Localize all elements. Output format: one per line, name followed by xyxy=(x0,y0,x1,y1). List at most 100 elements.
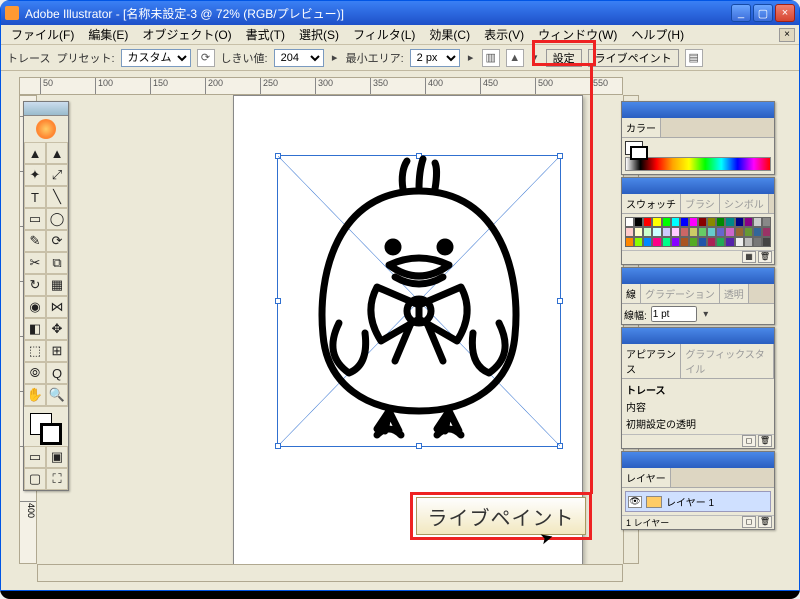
menu-help[interactable]: ヘルプ(H) xyxy=(625,24,690,45)
swatch-cell[interactable] xyxy=(652,227,661,237)
stepper-icon[interactable]: ▸ xyxy=(330,51,340,64)
tool-15[interactable]: ⋈ xyxy=(46,296,68,318)
tool-18[interactable]: ⬚ xyxy=(24,340,46,362)
panel-grip[interactable] xyxy=(622,268,774,284)
swatch-cell[interactable] xyxy=(634,237,643,247)
new-button[interactable]: ◻ xyxy=(742,435,756,447)
scrollbar-horizontal[interactable] xyxy=(37,564,623,582)
appearance-item[interactable]: 内容 xyxy=(624,398,772,415)
minarea-select[interactable]: 2 px xyxy=(410,49,460,67)
tool-21[interactable]: Q xyxy=(46,362,68,384)
swatch-cell[interactable] xyxy=(689,217,698,227)
appearance-item[interactable]: 初期設定の透明 xyxy=(624,415,772,432)
swatch-cell[interactable] xyxy=(762,227,771,237)
tool-8[interactable]: ✎ xyxy=(24,230,46,252)
layer-name[interactable]: レイヤー 1 xyxy=(666,494,714,509)
trace-settings-button[interactable]: 設定 xyxy=(546,49,582,67)
delete-layer-button[interactable]: 🗑 xyxy=(758,516,772,528)
swatch-cell[interactable] xyxy=(689,227,698,237)
tab-color[interactable]: カラー xyxy=(622,118,661,137)
tab-transparency[interactable]: 透明 xyxy=(720,284,749,303)
menu-object[interactable]: オブジェクト(O) xyxy=(136,24,237,45)
livepaint-big-button[interactable]: ライブペイント xyxy=(416,497,586,535)
menu-file[interactable]: ファイル(F) xyxy=(5,24,80,45)
canvas[interactable] xyxy=(37,95,623,564)
tool-2[interactable]: ✦ xyxy=(24,164,46,186)
swatch-cell[interactable] xyxy=(744,227,753,237)
tool-22[interactable]: ✋ xyxy=(24,384,46,406)
panel-grip[interactable] xyxy=(622,178,774,194)
swatch-cell[interactable] xyxy=(735,217,744,227)
tab-layers[interactable]: レイヤー xyxy=(622,468,671,487)
toolbox-grip[interactable] xyxy=(24,102,68,116)
tool-4[interactable]: T xyxy=(24,186,46,208)
swatch-cell[interactable] xyxy=(744,217,753,227)
swatch-cell[interactable] xyxy=(671,227,680,237)
mini-fillstroke-icon[interactable] xyxy=(625,141,643,155)
tool-9[interactable]: ⟳ xyxy=(46,230,68,252)
tab-gradient[interactable]: グラデーション xyxy=(641,284,720,303)
tool-6[interactable]: ▭ xyxy=(24,208,46,230)
swatch-cell[interactable] xyxy=(753,217,762,227)
layer-row[interactable]: 👁 レイヤー 1 xyxy=(625,491,771,512)
delete-swatch-button[interactable]: 🗑 xyxy=(758,251,772,263)
tool-16[interactable]: ◧ xyxy=(24,318,46,340)
tab-stroke[interactable]: 線 xyxy=(622,284,641,303)
tool-12[interactable]: ↻ xyxy=(24,274,46,296)
close-button[interactable]: × xyxy=(775,4,795,22)
tool-17[interactable]: ✥ xyxy=(46,318,68,340)
swatch-cell[interactable] xyxy=(680,237,689,247)
swatch-cell[interactable] xyxy=(716,237,725,247)
threshold-select[interactable]: 204 xyxy=(274,49,324,67)
swatch-cell[interactable] xyxy=(698,237,707,247)
swatch-cell[interactable] xyxy=(716,217,725,227)
swatch-cell[interactable] xyxy=(625,237,634,247)
swatch-cell[interactable] xyxy=(725,217,734,227)
preview2-icon[interactable]: ▲ xyxy=(506,49,524,67)
tool-3[interactable]: ⤢ xyxy=(46,164,68,186)
tool-19[interactable]: ⊞ xyxy=(46,340,68,362)
new-layer-button[interactable]: ◻ xyxy=(742,516,756,528)
swatch-cell[interactable] xyxy=(652,217,661,227)
tool-1[interactable]: ▲ xyxy=(46,142,68,164)
tool-23[interactable]: 🔍 xyxy=(46,384,68,406)
swatch-cell[interactable] xyxy=(725,227,734,237)
screen-mode2-button[interactable]: ▣ xyxy=(46,446,68,468)
livepaint-button[interactable]: ライブペイント xyxy=(588,49,679,67)
tool-10[interactable]: ✂ xyxy=(24,252,46,274)
screen-mode-button[interactable]: ▭ xyxy=(24,446,46,468)
swatch-cell[interactable] xyxy=(662,227,671,237)
panel-grip[interactable] xyxy=(622,102,774,118)
panel-grip[interactable] xyxy=(622,452,774,468)
tool-13[interactable]: ▦ xyxy=(46,274,68,296)
tool-11[interactable]: ⧉ xyxy=(46,252,68,274)
tool-0[interactable]: ▲ xyxy=(24,142,46,164)
menu-select[interactable]: 選択(S) xyxy=(293,24,345,45)
swatch-cell[interactable] xyxy=(634,217,643,227)
preview-icon[interactable]: ▥ xyxy=(482,49,500,67)
tool-5[interactable]: ╲ xyxy=(46,186,68,208)
swatch-cell[interactable] xyxy=(662,217,671,227)
swatch-cell[interactable] xyxy=(698,227,707,237)
swatch-cell[interactable] xyxy=(643,237,652,247)
preset-select[interactable]: カスタム xyxy=(121,49,191,67)
panel-grip[interactable] xyxy=(622,328,774,344)
swatch-cell[interactable] xyxy=(671,237,680,247)
refresh-icon[interactable]: ⟳ xyxy=(197,49,215,67)
menu-edit[interactable]: 編集(E) xyxy=(82,24,134,45)
visibility-toggle[interactable]: 👁 xyxy=(628,496,642,508)
swatch-cell[interactable] xyxy=(707,217,716,227)
swatch-cell[interactable] xyxy=(634,227,643,237)
menu-effect[interactable]: 効果(C) xyxy=(423,24,476,45)
swatch-cell[interactable] xyxy=(680,217,689,227)
tool-20[interactable]: ⦾ xyxy=(24,362,46,384)
swatch-cell[interactable] xyxy=(716,227,725,237)
tool-7[interactable]: ◯ xyxy=(46,208,68,230)
swatch-cell[interactable] xyxy=(662,237,671,247)
menu-filter[interactable]: フィルタ(L) xyxy=(347,24,421,45)
tab-swatches[interactable]: スウォッチ xyxy=(622,194,681,213)
swatch-cell[interactable] xyxy=(652,237,661,247)
swatch-cell[interactable] xyxy=(744,237,753,247)
swatch-grid[interactable] xyxy=(625,217,771,247)
maximize-button[interactable]: ▢ xyxy=(753,4,773,22)
